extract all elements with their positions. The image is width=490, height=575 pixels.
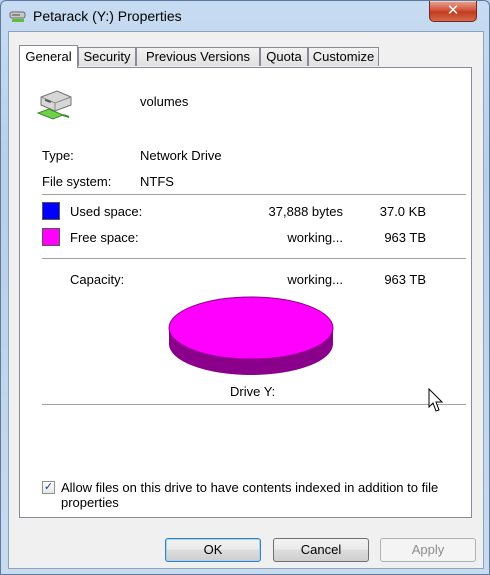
cancel-button[interactable]: Cancel xyxy=(273,538,369,562)
index-checkbox-label[interactable]: Allow files on this drive to have conten… xyxy=(61,480,438,510)
tab-general[interactable]: General xyxy=(19,45,78,68)
drive-label: Drive Y: xyxy=(230,384,276,399)
tab-customize[interactable]: Customize xyxy=(308,47,379,66)
title-bar[interactable]: Petarack (Y:) Properties ✕ xyxy=(1,1,489,31)
index-label-line2: properties xyxy=(61,495,119,510)
close-icon: ✕ xyxy=(446,2,460,19)
free-space-label: Free space: xyxy=(70,230,139,245)
tab-previous-versions[interactable]: Previous Versions xyxy=(136,47,260,66)
filesystem-value: NTFS xyxy=(140,174,174,189)
close-button[interactable]: ✕ xyxy=(429,1,477,22)
used-space-bytes: 37,888 bytes xyxy=(268,204,343,219)
index-label-line1: Allow files on this drive to have conten… xyxy=(61,480,439,495)
tab-quota[interactable]: Quota xyxy=(260,47,308,66)
capacity-size: 963 TB xyxy=(384,272,426,287)
type-value: Network Drive xyxy=(140,148,222,163)
checkmark-icon: ✓ xyxy=(43,481,54,493)
pie-free-space-slice xyxy=(168,296,334,360)
capacity-bytes: working... xyxy=(287,272,343,287)
drive-icon xyxy=(36,90,72,120)
volume-name: volumes xyxy=(140,94,189,109)
window-title: Petarack (Y:) Properties xyxy=(33,8,182,24)
divider xyxy=(42,258,466,259)
free-space-swatch xyxy=(42,228,60,246)
index-checkbox[interactable]: ✓ xyxy=(42,481,55,494)
tab-security[interactable]: Security xyxy=(78,47,136,66)
free-space-bytes: working... xyxy=(287,230,343,245)
divider xyxy=(42,194,466,195)
filesystem-label: File system: xyxy=(42,174,112,189)
used-space-swatch xyxy=(42,202,60,220)
apply-button[interactable]: Apply xyxy=(380,538,476,562)
type-label: Type: xyxy=(42,148,74,163)
free-space-size: 963 TB xyxy=(384,230,426,245)
properties-window: Petarack (Y:) Properties ✕ General Secur… xyxy=(0,0,490,575)
used-space-size: 37.0 KB xyxy=(379,204,426,219)
dialog-client-area: General Security Previous Versions Quota… xyxy=(8,31,484,569)
ok-button[interactable]: OK xyxy=(165,538,261,562)
capacity-label: Capacity: xyxy=(70,272,125,287)
disk-usage-pie-chart xyxy=(168,296,334,375)
used-space-label: Used space: xyxy=(70,204,143,219)
network-drive-icon xyxy=(9,11,26,22)
general-tab-panel: volumes Type: Network Drive File system:… xyxy=(19,67,472,518)
divider xyxy=(42,404,466,405)
mouse-cursor-icon xyxy=(428,388,444,412)
